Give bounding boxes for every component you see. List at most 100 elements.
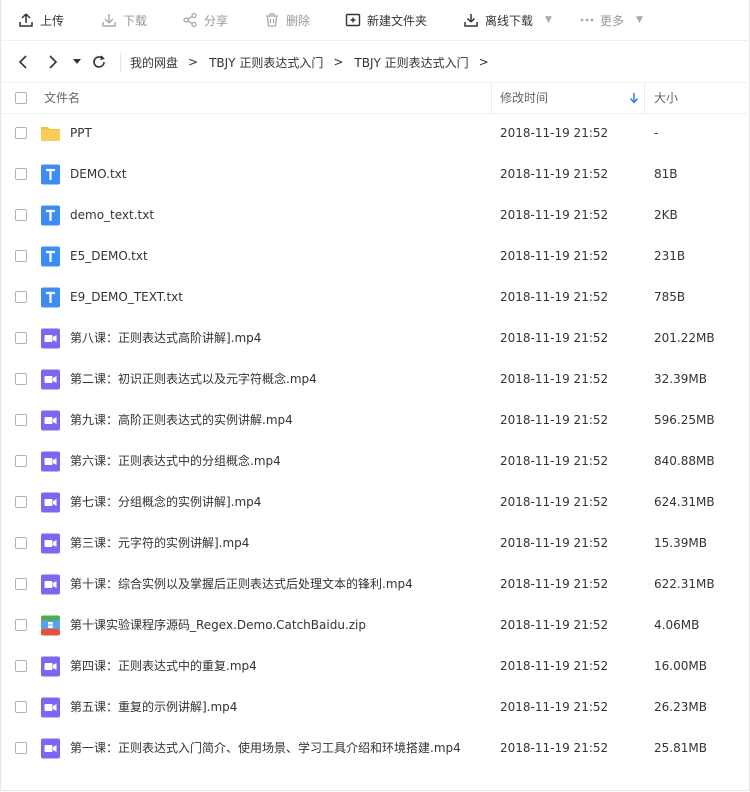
folder-icon xyxy=(40,123,61,144)
table-row[interactable]: 第一课：正则表达式入门简介、使用场景、学习工具介绍和环境搭建.mp4 2018-1… xyxy=(0,728,748,769)
file-name[interactable]: DEMO.txt xyxy=(70,154,126,195)
column-header-size[interactable]: 大小 xyxy=(654,83,678,113)
offline-download-icon xyxy=(464,14,478,27)
txt-file-icon xyxy=(40,164,61,185)
upload-button[interactable]: 上传 xyxy=(18,0,64,40)
share-icon xyxy=(183,12,197,28)
more-label: 更多 xyxy=(600,13,625,28)
file-name[interactable]: 第十课：综合实例以及掌握后正则表达式后处理文本的锋利.mp4 xyxy=(70,564,413,605)
row-checkbox[interactable] xyxy=(15,291,27,303)
file-name[interactable]: 第七课：分组概念的实例讲解].mp4 xyxy=(70,482,261,523)
table-row[interactable]: 第五课：重复的示例讲解].mp4 2018-11-19 21:52 26.23MB xyxy=(0,687,748,728)
table-row[interactable]: DEMO.txt 2018-11-19 21:52 81B xyxy=(0,154,748,195)
table-row[interactable]: 第三课：元字符的实例讲解].mp4 2018-11-19 21:52 15.39MB xyxy=(0,523,748,564)
table-row[interactable]: 第十课实验课程序源码_Regex.Demo.CatchBaidu.zip 2018… xyxy=(0,605,748,646)
row-checkbox[interactable] xyxy=(15,496,27,508)
file-name[interactable]: 第八课：正则表达式高阶讲解].mp4 xyxy=(70,318,261,359)
file-name[interactable]: 第五课：重复的示例讲解].mp4 xyxy=(70,687,237,728)
row-checkbox[interactable] xyxy=(15,660,27,672)
table-row[interactable]: E9_DEMO_TEXT.txt 2018-11-19 21:52 785B xyxy=(0,277,748,318)
back-button[interactable] xyxy=(12,41,34,83)
file-size: 26.23MB xyxy=(654,700,707,714)
row-checkbox[interactable] xyxy=(15,373,27,385)
file-size: - xyxy=(654,126,659,140)
file-modified-time: 2018-11-19 21:52 xyxy=(500,577,609,591)
table-row[interactable]: demo_text.txt 2018-11-19 21:52 2KB xyxy=(0,195,748,236)
table-row[interactable]: 第七课：分组概念的实例讲解].mp4 2018-11-19 21:52 624.31… xyxy=(0,482,748,523)
caret-down-icon xyxy=(73,59,81,64)
new-folder-label: 新建文件夹 xyxy=(367,13,428,28)
sort-descending-icon[interactable] xyxy=(629,92,639,104)
table-row[interactable]: 第二课：初识正则表达式以及元字符概念.mp4 2018-11-19 21:52 32… xyxy=(0,359,748,400)
file-size: 16.00MB xyxy=(654,659,707,673)
select-all-checkbox[interactable] xyxy=(15,92,27,104)
row-checkbox[interactable] xyxy=(15,701,27,713)
table-row[interactable]: 第六课：正则表达式中的分组概念.mp4 2018-11-19 21:52 840.8… xyxy=(0,441,748,482)
zip-file-icon xyxy=(40,615,61,636)
file-name[interactable]: 第三课：元字符的实例讲解].mp4 xyxy=(70,523,249,564)
breadcrumb-separator: > xyxy=(478,55,489,69)
video-file-icon xyxy=(40,656,61,677)
file-name[interactable]: demo_text.txt xyxy=(70,195,154,236)
delete-button[interactable]: 删除 xyxy=(264,0,310,40)
row-checkbox[interactable] xyxy=(15,209,27,221)
table-row[interactable]: 第九课：高阶正则表达式的实例讲解.mp4 2018-11-19 21:52 596.… xyxy=(0,400,748,441)
column-divider xyxy=(491,83,492,113)
file-modified-time: 2018-11-19 21:52 xyxy=(500,618,609,632)
upload-icon xyxy=(19,13,33,27)
offline-download-button[interactable]: 离线下载 ▼ xyxy=(463,0,552,40)
column-header-name[interactable]: 文件名 xyxy=(44,83,80,113)
file-name[interactable]: 第四课：正则表达式中的重复.mp4 xyxy=(70,646,257,687)
file-modified-time: 2018-11-19 21:52 xyxy=(500,659,609,673)
row-checkbox[interactable] xyxy=(15,537,27,549)
table-row[interactable]: 第十课：综合实例以及掌握后正则表达式后处理文本的锋利.mp4 2018-11-19… xyxy=(0,564,748,605)
row-checkbox[interactable] xyxy=(15,168,27,180)
file-name[interactable]: 第二课：初识正则表达式以及元字符概念.mp4 xyxy=(70,359,317,400)
txt-file-icon xyxy=(40,287,61,308)
table-row[interactable]: PPT 2018-11-19 21:52 - xyxy=(0,113,748,154)
breadcrumb-item[interactable]: TBJY 正则表达式入门 xyxy=(209,54,323,71)
table-row[interactable]: 第八课：正则表达式高阶讲解].mp4 2018-11-19 21:52 201.22… xyxy=(0,318,748,359)
download-button[interactable]: 下载 xyxy=(101,0,147,40)
row-checkbox[interactable] xyxy=(15,414,27,426)
row-checkbox[interactable] xyxy=(15,455,27,467)
share-button[interactable]: 分享 xyxy=(182,0,228,40)
chevron-down-icon: ▼ xyxy=(636,15,643,25)
breadcrumb-bar: 我的网盘 > TBJY 正则表达式入门 > TBJY 正则表达式入门 > xyxy=(0,40,750,83)
table-row[interactable]: E5_DEMO.txt 2018-11-19 21:52 231B xyxy=(0,236,748,277)
row-checkbox[interactable] xyxy=(15,619,27,631)
row-checkbox[interactable] xyxy=(15,578,27,590)
video-file-icon xyxy=(40,492,61,513)
file-name[interactable]: 第一课：正则表达式入门简介、使用场景、学习工具介绍和环境搭建.mp4 xyxy=(70,728,461,769)
chevron-down-icon[interactable]: ▼ xyxy=(545,15,552,25)
new-folder-button[interactable]: 新建文件夹 xyxy=(345,0,427,40)
file-modified-time: 2018-11-19 21:52 xyxy=(500,249,609,263)
delete-label: 删除 xyxy=(286,13,311,28)
file-name[interactable]: E9_DEMO_TEXT.txt xyxy=(70,277,183,318)
chevron-left-icon xyxy=(18,55,27,69)
breadcrumb-item-root[interactable]: 我的网盘 xyxy=(130,54,178,71)
file-name[interactable]: E5_DEMO.txt xyxy=(70,236,148,277)
row-checkbox[interactable] xyxy=(15,250,27,262)
row-checkbox[interactable] xyxy=(15,332,27,344)
video-file-icon xyxy=(40,451,61,472)
more-button[interactable]: 更多 ▼ xyxy=(580,0,643,40)
breadcrumb-item-current[interactable]: TBJY 正则表达式入门 xyxy=(354,54,468,71)
file-name[interactable]: PPT xyxy=(70,113,92,154)
row-checkbox[interactable] xyxy=(15,742,27,754)
table-row[interactable]: 第四课：正则表达式中的重复.mp4 2018-11-19 21:52 16.00MB xyxy=(0,646,748,687)
forward-button[interactable] xyxy=(42,41,64,83)
column-divider xyxy=(644,83,645,113)
upload-label: 上传 xyxy=(40,13,65,28)
file-size: 15.39MB xyxy=(654,536,707,550)
breadcrumb-separator: > xyxy=(188,55,199,69)
file-name[interactable]: 第六课：正则表达式中的分组概念.mp4 xyxy=(70,441,281,482)
row-checkbox[interactable] xyxy=(15,127,27,139)
history-dropdown[interactable] xyxy=(70,41,84,83)
file-modified-time: 2018-11-19 21:52 xyxy=(500,495,609,509)
file-name[interactable]: 第九课：高阶正则表达式的实例讲解.mp4 xyxy=(70,400,293,441)
refresh-button[interactable] xyxy=(88,41,110,83)
column-header-modified[interactable]: 修改时间 xyxy=(500,83,548,113)
file-name[interactable]: 第十课实验课程序源码_Regex.Demo.CatchBaidu.zip xyxy=(70,605,366,646)
more-dots-icon xyxy=(580,18,594,22)
